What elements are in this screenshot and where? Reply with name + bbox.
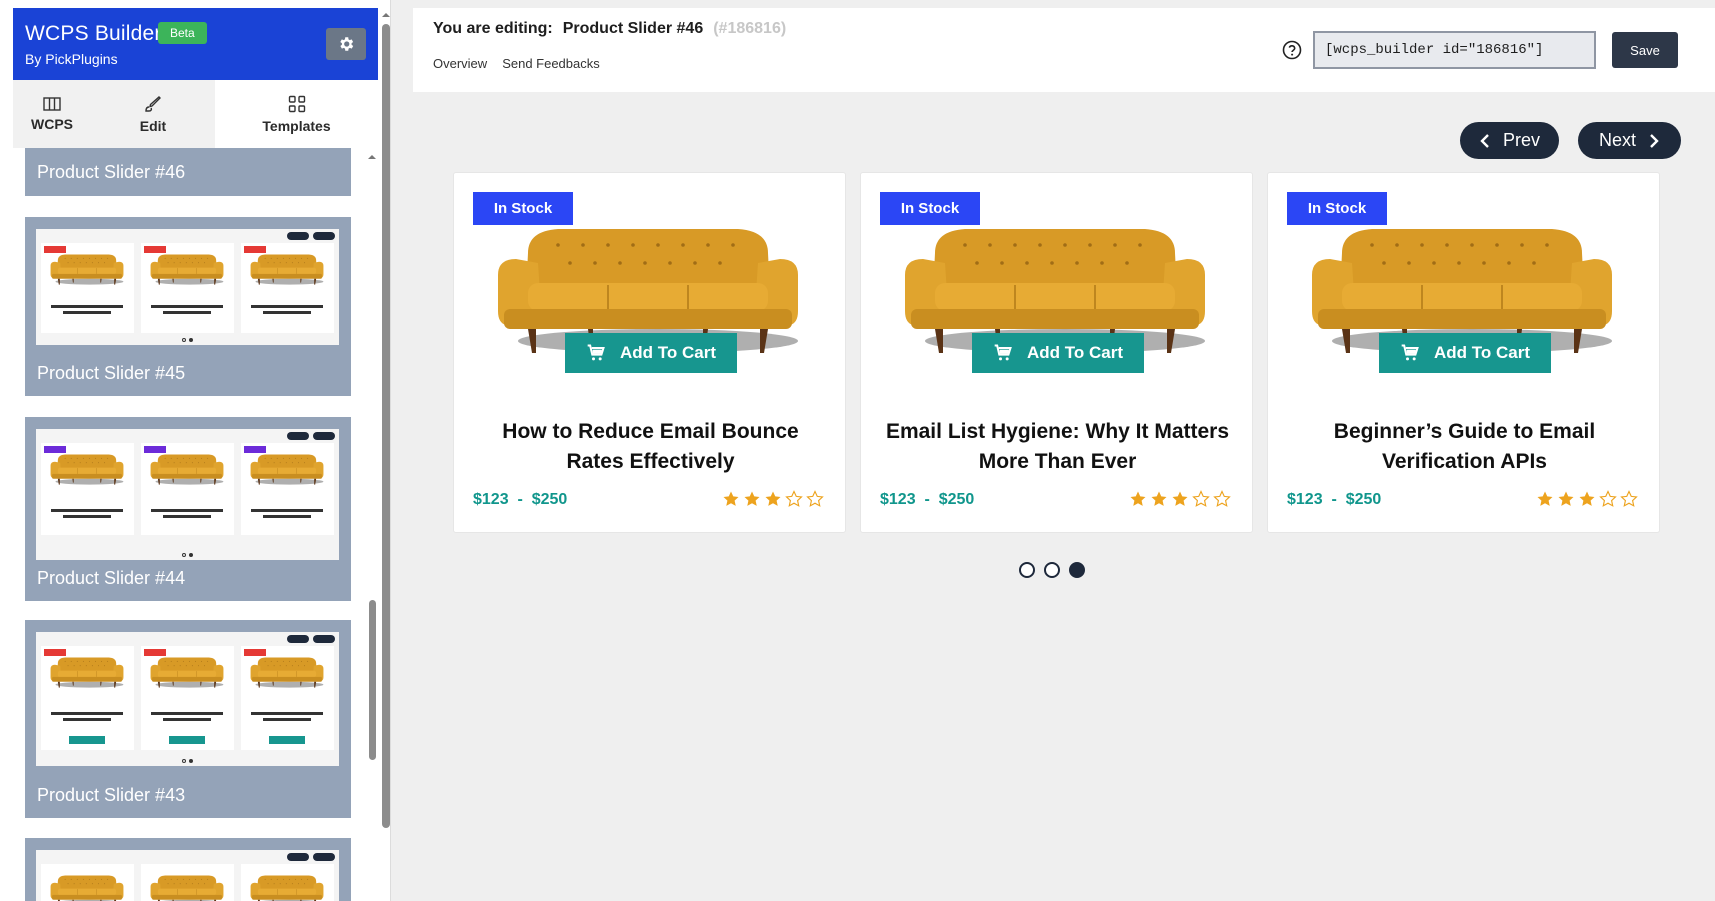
editor-topbar: You are editing: Product Slider #46 (#1868… — [413, 8, 1715, 92]
template-label: Product Slider #46 — [37, 162, 186, 182]
product-title[interactable]: Beginner’s Guide to Email Verification A… — [1288, 417, 1641, 477]
sidebar-header: WCPS Builder Beta By PickPlugins — [13, 8, 378, 80]
template-label: Product Slider #43 — [37, 785, 186, 805]
product-price: $123 - $250 — [473, 491, 568, 508]
cart-icon — [1400, 343, 1420, 363]
product-price: $123 - $250 — [880, 491, 975, 508]
star-filled-icon — [764, 490, 782, 508]
columns-icon — [43, 96, 61, 111]
template-thumbnail — [36, 429, 339, 560]
tab-label: Edit — [139, 117, 167, 134]
star-empty-icon — [1192, 490, 1210, 508]
tab-edit[interactable]: Edit — [91, 80, 215, 148]
template-card[interactable] — [25, 838, 351, 901]
star-filled-icon — [1150, 490, 1168, 508]
product-card: In Stock Add To Cart Email List Hygiene:… — [860, 172, 1253, 533]
shortcode-field[interactable] — [1313, 31, 1596, 69]
pagination-dot[interactable] — [1019, 562, 1035, 578]
sidebar-tabs: WCPS Edit Templates — [13, 80, 378, 148]
editing-name: Product Slider #46 — [562, 20, 704, 37]
save-button[interactable]: Save — [1612, 32, 1678, 68]
add-to-cart-button[interactable]: Add To Cart — [565, 333, 737, 373]
star-empty-icon — [785, 490, 803, 508]
prev-button[interactable]: Prev — [1460, 122, 1559, 159]
star-rating — [722, 490, 824, 508]
cart-label: Add To Cart — [1026, 343, 1123, 362]
brush-icon — [145, 95, 161, 112]
chevron-right-icon — [1650, 133, 1659, 148]
settings-button[interactable] — [326, 28, 366, 60]
add-to-cart-button[interactable]: Add To Cart — [1379, 333, 1551, 373]
next-button[interactable]: Next — [1578, 122, 1681, 159]
cart-label: Add To Cart — [1433, 343, 1530, 362]
template-card[interactable]: Product Slider #45 — [25, 217, 351, 396]
star-filled-icon — [1557, 490, 1575, 508]
product-title[interactable]: Email List Hygiene: Why It Matters More … — [881, 417, 1234, 477]
template-list: Product Slider #46 Product Slider #45 Pr… — [13, 148, 365, 901]
star-filled-icon — [1536, 490, 1554, 508]
sidebar: WCPS Builder Beta By PickPlugins WCPS Ed… — [0, 0, 391, 901]
chevron-left-icon — [1480, 133, 1489, 148]
slider-pagination — [1019, 562, 1085, 578]
cart-label: Add To Cart — [619, 343, 716, 362]
star-filled-icon — [722, 490, 740, 508]
scroll-up-arrow[interactable] — [381, 10, 391, 20]
app-title: WCPS Builder — [25, 22, 162, 45]
help-icon[interactable] — [1282, 40, 1302, 60]
star-empty-icon — [806, 490, 824, 508]
star-filled-icon — [1129, 490, 1147, 508]
stock-badge: In Stock — [1287, 192, 1387, 225]
scroll-up-arrow[interactable] — [367, 152, 377, 162]
editing-heading: You are editing: Product Slider #46 (#1868… — [433, 20, 786, 38]
tab-label: WCPS — [31, 115, 73, 132]
top-links: Overview Send Feedbacks — [433, 56, 600, 71]
prev-label: Prev — [1502, 130, 1540, 150]
product-card: In Stock Add To Cart How to Reduce Email… — [453, 172, 846, 533]
tab-templates[interactable]: Templates — [215, 80, 378, 148]
product-price: $123 - $250 — [1287, 491, 1382, 508]
template-card[interactable]: Product Slider #44 — [25, 417, 351, 601]
gear-icon — [340, 37, 354, 51]
template-thumbnail — [36, 229, 339, 345]
template-thumbnail — [36, 850, 339, 901]
beta-badge: Beta — [158, 22, 207, 44]
product-title[interactable]: How to Reduce Email Bounce Rates Effecti… — [474, 417, 827, 477]
pagination-dot[interactable] — [1069, 562, 1085, 578]
template-label: Product Slider #45 — [37, 363, 186, 383]
app-subtitle: By PickPlugins — [25, 51, 118, 67]
star-empty-icon — [1213, 490, 1231, 508]
star-empty-icon — [1620, 490, 1638, 508]
star-empty-icon — [1599, 490, 1617, 508]
tab-wcps[interactable]: WCPS — [13, 80, 91, 148]
overview-link[interactable]: Overview — [433, 56, 487, 71]
template-thumbnail — [36, 632, 339, 766]
star-filled-icon — [743, 490, 761, 508]
editing-id: (#186816) — [713, 20, 787, 37]
template-card[interactable]: Product Slider #46 — [25, 148, 351, 196]
send-feedbacks-link[interactable]: Send Feedbacks — [502, 56, 600, 71]
star-filled-icon — [1171, 490, 1189, 508]
template-label: Product Slider #44 — [37, 568, 186, 588]
add-to-cart-button[interactable]: Add To Cart — [972, 333, 1144, 373]
cart-icon — [993, 343, 1013, 363]
template-card[interactable]: Product Slider #43 — [25, 620, 351, 818]
editing-prefix: You are editing: — [433, 20, 553, 37]
stock-badge: In Stock — [880, 192, 980, 225]
template-list-scrollbar[interactable] — [369, 600, 376, 760]
next-label: Next — [1598, 130, 1636, 150]
grid-icon — [288, 95, 305, 112]
tab-label: Templates — [262, 117, 331, 134]
product-card: In Stock Add To Cart Beginner’s Guide to… — [1267, 172, 1660, 533]
sidebar-scrollbar[interactable] — [382, 24, 390, 828]
pagination-dot[interactable] — [1044, 562, 1060, 578]
cart-icon — [586, 343, 606, 363]
star-rating — [1129, 490, 1231, 508]
star-rating — [1536, 490, 1638, 508]
stock-badge: In Stock — [473, 192, 573, 225]
star-filled-icon — [1578, 490, 1596, 508]
